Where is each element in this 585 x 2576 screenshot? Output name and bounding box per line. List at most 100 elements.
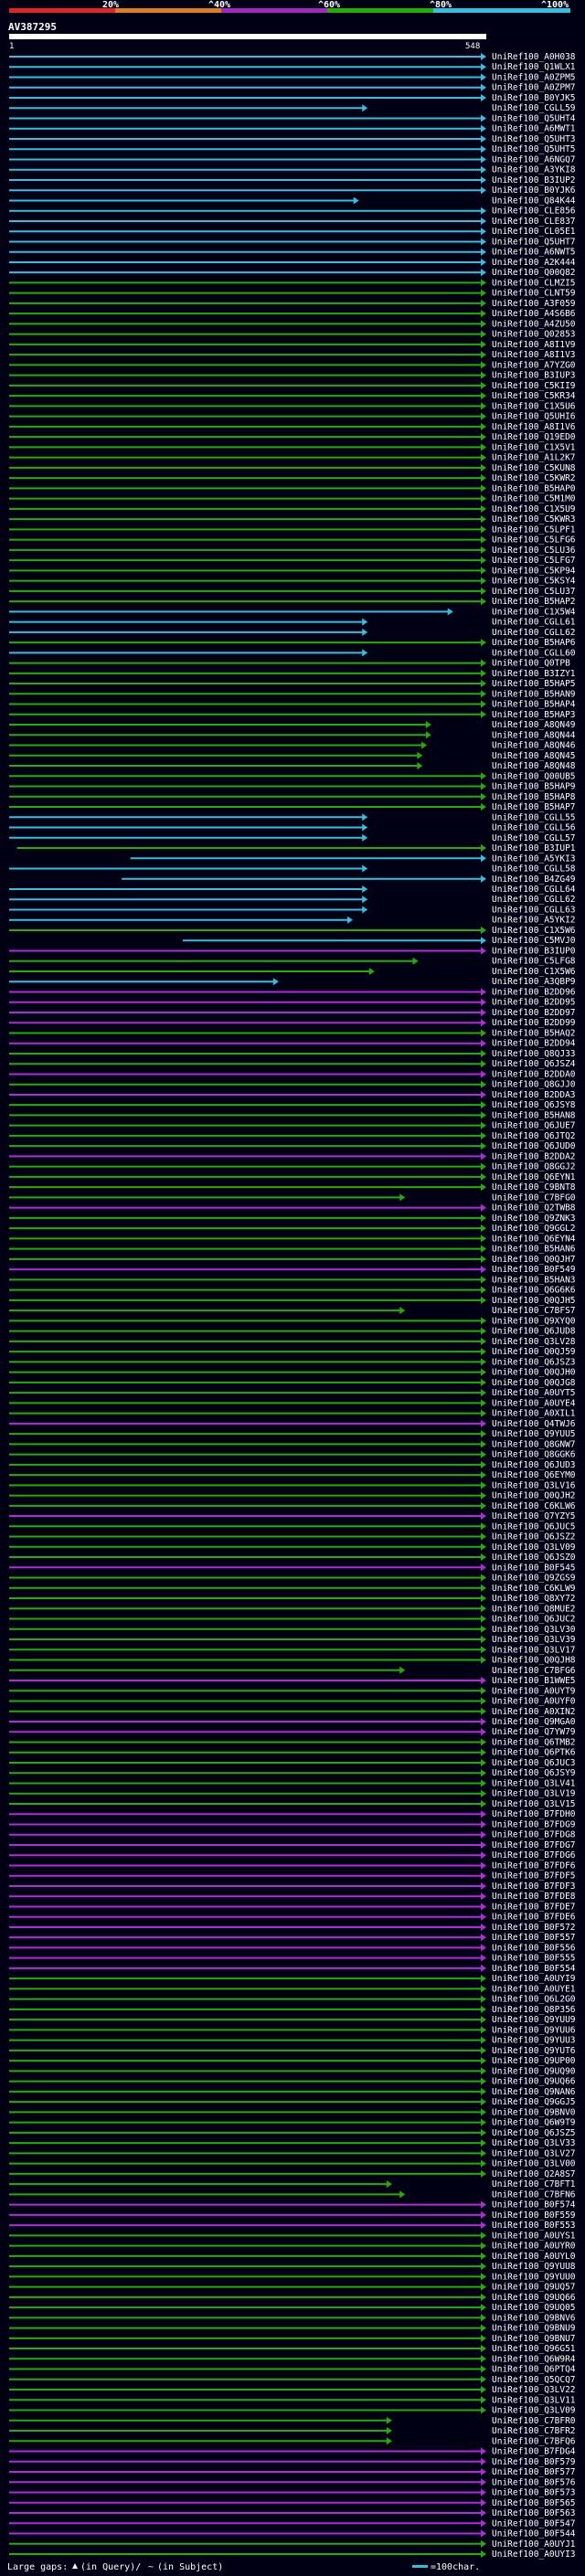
hit-label[interactable]: UniRef100_B0F573	[492, 2488, 576, 2498]
hit-label[interactable]: UniRef100_Q9BNU7	[492, 2334, 576, 2344]
hit-label[interactable]: UniRef100_Q9UQ05	[492, 2303, 576, 2313]
hit-label[interactable]: UniRef100_C5KUN8	[492, 463, 576, 473]
hit-label[interactable]: UniRef100_Q9ZNK3	[492, 1214, 576, 1224]
hit-label[interactable]: UniRef100_Q6JTQ2	[492, 1131, 576, 1141]
hit-label[interactable]: UniRef100_CGLL62	[492, 628, 576, 638]
hit-label[interactable]: UniRef100_A8QN46	[492, 741, 576, 751]
hit-label[interactable]: UniRef100_A0H038	[492, 52, 576, 62]
hit-label[interactable]: UniRef100_A3F059	[492, 299, 576, 309]
hit-label[interactable]: UniRef100_B0F563	[492, 2508, 576, 2518]
hit-label[interactable]: UniRef100_C7BFG0	[492, 1193, 576, 1203]
hit-label[interactable]: UniRef100_Q3LV41	[492, 1778, 576, 1788]
hit-label[interactable]: UniRef100_Q6W9T9	[492, 2118, 576, 2128]
hit-label[interactable]: UniRef100_C7BFN6	[492, 2189, 576, 2200]
hit-label[interactable]: UniRef100_B7FDG7	[492, 1840, 576, 1850]
hit-label[interactable]: UniRef100_Q9BNU9	[492, 2324, 576, 2334]
hit-label[interactable]: UniRef100_Q8XY72	[492, 1594, 576, 1604]
hit-label[interactable]: UniRef100_C1X5W6	[492, 926, 576, 936]
hit-label[interactable]: UniRef100_B3IZY1	[492, 669, 576, 679]
hit-label[interactable]: UniRef100_Q9UQ66	[492, 2293, 576, 2303]
hit-label[interactable]: UniRef100_Q3LV16	[492, 1480, 576, 1490]
hit-label[interactable]: UniRef100_B7FDE8	[492, 1892, 576, 1902]
hit-label[interactable]: UniRef100_B5HAN6	[492, 1245, 576, 1255]
hit-label[interactable]: UniRef100_A6MWT1	[492, 124, 576, 134]
hit-label[interactable]: UniRef100_Q9UQ90	[492, 2066, 576, 2076]
hit-label[interactable]: UniRef100_C5LPF1	[492, 525, 576, 535]
hit-label[interactable]: UniRef100_B0F547	[492, 2518, 576, 2528]
hit-label[interactable]: UniRef100_B2DD97	[492, 1008, 576, 1018]
hit-label[interactable]: UniRef100_B3IUP0	[492, 946, 576, 956]
hit-label[interactable]: UniRef100_C6KLW9	[492, 1584, 576, 1594]
hit-label[interactable]: UniRef100_CGLL55	[492, 812, 576, 822]
hit-label[interactable]: UniRef100_Q8GNW7	[492, 1439, 576, 1449]
hit-label[interactable]: UniRef100_Q8GGK6	[492, 1450, 576, 1460]
hit-label[interactable]: UniRef100_Q9GGJ5	[492, 2097, 576, 2107]
hit-label[interactable]: UniRef100_Q9ZGS9	[492, 1574, 576, 1584]
hit-label[interactable]: UniRef100_C7BFR0	[492, 2416, 576, 2426]
hit-label[interactable]: UniRef100_B5HAP0	[492, 483, 576, 493]
hit-label[interactable]: UniRef100_Q6JUC3	[492, 1758, 576, 1768]
hit-label[interactable]: UniRef100_CGLL62	[492, 895, 576, 905]
hit-label[interactable]: UniRef100_Q5UHT5	[492, 144, 576, 154]
hit-label[interactable]: UniRef100_B0F553	[492, 2221, 576, 2231]
hit-label[interactable]: UniRef100_Q6JSZ0	[492, 1553, 576, 1563]
hit-label[interactable]: UniRef100_B5HAN3	[492, 1275, 576, 1285]
hit-label[interactable]: UniRef100_Q5UHI6	[492, 412, 576, 422]
hit-label[interactable]: UniRef100_B0F549	[492, 1265, 576, 1275]
hit-label[interactable]: UniRef100_Q8P356	[492, 2005, 576, 2015]
hit-label[interactable]: UniRef100_Q6PTQ4	[492, 2365, 576, 2375]
hit-label[interactable]: UniRef100_C1X5W6	[492, 967, 576, 977]
hit-label[interactable]: UniRef100_A0UYT9	[492, 1686, 576, 1696]
hit-label[interactable]: UniRef100_C5KII9	[492, 381, 576, 391]
hit-label[interactable]: UniRef100_A2K444	[492, 258, 576, 268]
hit-label[interactable]: UniRef100_A7YZG0	[492, 360, 576, 370]
hit-label[interactable]: UniRef100_A0ZPM7	[492, 83, 576, 93]
hit-label[interactable]: UniRef100_B7FDH0	[492, 1809, 576, 1819]
hit-label[interactable]: UniRef100_B5HAN8	[492, 1110, 576, 1120]
hit-label[interactable]: UniRef100_B3IUP3	[492, 371, 576, 381]
hit-label[interactable]: UniRef100_Q02853	[492, 330, 576, 340]
hit-label[interactable]: UniRef100_A0UYS1	[492, 2231, 576, 2241]
hit-label[interactable]: UniRef100_B5HAP8	[492, 792, 576, 802]
hit-label[interactable]: UniRef100_Q6L2G0	[492, 1995, 576, 2005]
hit-label[interactable]: UniRef100_B2DDA2	[492, 1151, 576, 1161]
hit-label[interactable]: UniRef100_C9BNT8	[492, 1182, 576, 1193]
hit-label[interactable]: UniRef100_Q6JSZ4	[492, 1059, 576, 1069]
hit-label[interactable]: UniRef100_Q96G51	[492, 2344, 576, 2354]
hit-label[interactable]: UniRef100_B2DD99	[492, 1018, 576, 1028]
hit-label[interactable]: UniRef100_A0UYF0	[492, 1697, 576, 1707]
hit-label[interactable]: UniRef100_B7FDF5	[492, 1871, 576, 1882]
hit-label[interactable]: UniRef100_A0UYI9	[492, 1974, 576, 1984]
hit-label[interactable]: UniRef100_CLMZI5	[492, 278, 576, 288]
hit-label[interactable]: UniRef100_A0XIL1	[492, 1409, 576, 1419]
hit-label[interactable]: UniRef100_Q6EYN1	[492, 1172, 576, 1182]
hit-label[interactable]: UniRef100_B7FDE6	[492, 1913, 576, 1923]
hit-label[interactable]: UniRef100_Q3LV09	[492, 1542, 576, 1553]
hit-label[interactable]: UniRef100_Q9BNV6	[492, 2313, 576, 2323]
hit-label[interactable]: UniRef100_A0UYT5	[492, 1388, 576, 1398]
hit-label[interactable]: UniRef100_A8I1V6	[492, 422, 576, 432]
hit-label[interactable]: UniRef100_B7FDG6	[492, 1850, 576, 1860]
hit-label[interactable]: UniRef100_A6NGQ7	[492, 154, 576, 164]
hit-label[interactable]: UniRef100_Q8GGJ2	[492, 1162, 576, 1172]
hit-label[interactable]: UniRef100_B1WWE5	[492, 1676, 576, 1686]
hit-label[interactable]: UniRef100_Q3LV00	[492, 2159, 576, 2169]
hit-label[interactable]: UniRef100_Q3LV22	[492, 2385, 576, 2395]
hit-label[interactable]: UniRef100_C5KWR2	[492, 473, 576, 483]
hit-label[interactable]: UniRef100_A0UYL0	[492, 2252, 576, 2262]
hit-label[interactable]: UniRef100_Q3LV15	[492, 1799, 576, 1809]
hit-label[interactable]: UniRef100_A0ZPM5	[492, 72, 576, 82]
hit-label[interactable]: UniRef100_A3QBP9	[492, 977, 576, 987]
hit-label[interactable]: UniRef100_A8I1V3	[492, 350, 576, 360]
hit-label[interactable]: UniRef100_CL05E1	[492, 227, 576, 237]
hit-label[interactable]: UniRef100_B7FDF3	[492, 1882, 576, 1892]
hit-label[interactable]: UniRef100_CGLL57	[492, 833, 576, 843]
hit-label[interactable]: UniRef100_Q8GJJ0	[492, 1080, 576, 1090]
hit-label[interactable]: UniRef100_Q1WLX1	[492, 62, 576, 72]
hit-label[interactable]: UniRef100_Q9YUU3	[492, 2036, 576, 2046]
hit-label[interactable]: UniRef100_C6KLW6	[492, 1501, 576, 1511]
hit-label[interactable]: UniRef100_Q8MUE2	[492, 1604, 576, 1614]
hit-label[interactable]: UniRef100_Q19ED0	[492, 432, 576, 442]
hit-label[interactable]: UniRef100_B0YJK5	[492, 93, 576, 103]
hit-label[interactable]: UniRef100_B4ZG49	[492, 875, 576, 885]
